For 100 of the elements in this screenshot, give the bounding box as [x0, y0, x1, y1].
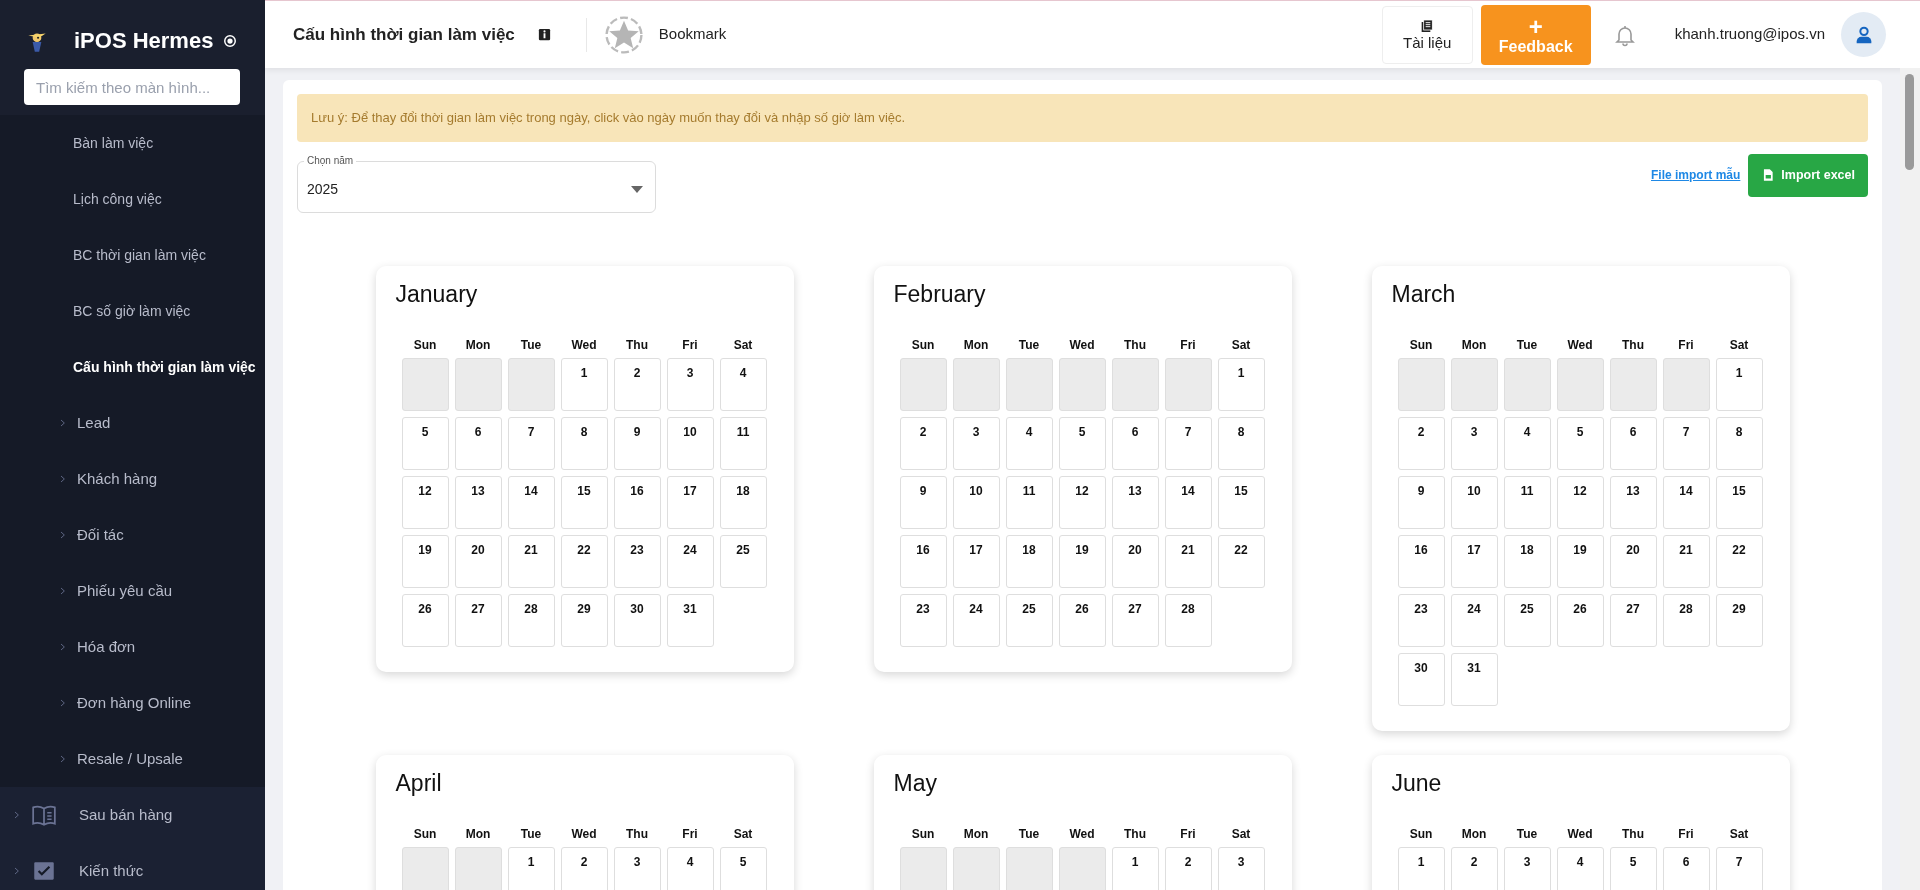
day-cell[interactable]: 3 [1450, 416, 1498, 470]
sidebar-item[interactable]: Lead [0, 395, 265, 451]
day-cell[interactable]: 29 [1715, 593, 1763, 647]
sidebar-item[interactable]: Lịch công việc [0, 171, 265, 227]
day-cell[interactable]: 3 [666, 357, 714, 411]
day-cell[interactable]: 6 [1111, 416, 1159, 470]
day-cell[interactable]: 18 [1503, 534, 1551, 588]
day-cell[interactable]: 20 [454, 534, 502, 588]
day-cell[interactable]: 5 [1058, 416, 1106, 470]
sidebar-item[interactable]: Cấu hình thời gian làm việc [0, 339, 265, 395]
day-cell[interactable]: 3 [1217, 846, 1265, 890]
day-cell[interactable]: 3 [1503, 846, 1551, 890]
day-cell[interactable]: 6 [1662, 846, 1710, 890]
day-cell[interactable]: 9 [1397, 475, 1445, 529]
day-cell[interactable]: 9 [613, 416, 661, 470]
scrollbar[interactable] [1900, 68, 1920, 890]
docs-button[interactable]: Tài liệu [1381, 5, 1473, 64]
day-cell[interactable]: 3 [952, 416, 1000, 470]
day-cell[interactable]: 17 [1450, 534, 1498, 588]
sidebar-item[interactable]: Kiến thức [0, 843, 265, 890]
day-cell[interactable]: 31 [666, 593, 714, 647]
day-cell[interactable]: 24 [952, 593, 1000, 647]
day-cell[interactable]: 13 [1111, 475, 1159, 529]
day-cell[interactable]: 19 [401, 534, 449, 588]
scrollbar-thumb[interactable] [1905, 74, 1914, 170]
sidebar-item[interactable]: Sau bán hàng [0, 787, 265, 843]
day-cell[interactable]: 18 [719, 475, 767, 529]
sidebar-item[interactable]: Đơn hàng Online [0, 675, 265, 731]
day-cell[interactable]: 4 [1005, 416, 1053, 470]
day-cell[interactable]: 17 [666, 475, 714, 529]
day-cell[interactable]: 28 [507, 593, 555, 647]
day-cell[interactable]: 30 [1397, 652, 1445, 706]
day-cell[interactable]: 12 [1556, 475, 1604, 529]
sidebar-item[interactable]: BC thời gian làm việc [0, 227, 265, 283]
day-cell[interactable]: 18 [1005, 534, 1053, 588]
template-link[interactable]: File import mẫu [1651, 166, 1741, 184]
day-cell[interactable]: 13 [1609, 475, 1657, 529]
day-cell[interactable]: 12 [401, 475, 449, 529]
day-cell[interactable]: 21 [1662, 534, 1710, 588]
avatar[interactable] [1841, 12, 1886, 57]
day-cell[interactable]: 14 [1662, 475, 1710, 529]
day-cell[interactable]: 4 [1556, 846, 1604, 890]
day-cell[interactable]: 2 [899, 416, 947, 470]
day-cell[interactable]: 3 [613, 846, 661, 890]
day-cell[interactable]: 25 [1005, 593, 1053, 647]
day-cell[interactable]: 1 [507, 846, 555, 890]
day-cell[interactable]: 15 [560, 475, 608, 529]
sidebar-item[interactable]: Bàn làm việc [0, 115, 265, 171]
day-cell[interactable]: 13 [454, 475, 502, 529]
day-cell[interactable]: 8 [1217, 416, 1265, 470]
day-cell[interactable]: 9 [899, 475, 947, 529]
day-cell[interactable]: 11 [1503, 475, 1551, 529]
day-cell[interactable]: 5 [1609, 846, 1657, 890]
day-cell[interactable]: 26 [401, 593, 449, 647]
sidebar-item[interactable]: BC số giờ làm việc [0, 283, 265, 339]
day-cell[interactable]: 15 [1715, 475, 1763, 529]
sidebar-item[interactable]: Khách hàng [0, 451, 265, 507]
day-cell[interactable]: 2 [613, 357, 661, 411]
day-cell[interactable]: 1 [1217, 357, 1265, 411]
day-cell[interactable]: 4 [666, 846, 714, 890]
day-cell[interactable]: 26 [1058, 593, 1106, 647]
day-cell[interactable]: 5 [719, 846, 767, 890]
day-cell[interactable]: 7 [1164, 416, 1212, 470]
day-cell[interactable]: 25 [719, 534, 767, 588]
day-cell[interactable]: 6 [1609, 416, 1657, 470]
day-cell[interactable]: 4 [719, 357, 767, 411]
day-cell[interactable]: 28 [1164, 593, 1212, 647]
day-cell[interactable]: 11 [719, 416, 767, 470]
day-cell[interactable]: 2 [1397, 416, 1445, 470]
sidebar-item[interactable]: Đối tác [0, 507, 265, 563]
day-cell[interactable]: 23 [613, 534, 661, 588]
day-cell[interactable]: 2 [560, 846, 608, 890]
day-cell[interactable]: 5 [1556, 416, 1604, 470]
day-cell[interactable]: 6 [454, 416, 502, 470]
day-cell[interactable]: 8 [1715, 416, 1763, 470]
day-cell[interactable]: 23 [1397, 593, 1445, 647]
search-field[interactable]: Tìm kiếm theo màn hình... [24, 69, 240, 105]
day-cell[interactable]: 7 [1662, 416, 1710, 470]
day-cell[interactable]: 31 [1450, 652, 1498, 706]
day-cell[interactable]: 19 [1556, 534, 1604, 588]
day-cell[interactable]: 14 [507, 475, 555, 529]
day-cell[interactable]: 15 [1217, 475, 1265, 529]
day-cell[interactable]: 2 [1164, 846, 1212, 890]
day-cell[interactable]: 20 [1111, 534, 1159, 588]
day-cell[interactable]: 4 [1503, 416, 1551, 470]
day-cell[interactable]: 5 [401, 416, 449, 470]
sidebar-item[interactable]: Resale / Upsale [0, 731, 265, 787]
day-cell[interactable]: 22 [560, 534, 608, 588]
day-cell[interactable]: 16 [899, 534, 947, 588]
day-cell[interactable]: 30 [613, 593, 661, 647]
day-cell[interactable]: 24 [666, 534, 714, 588]
day-cell[interactable]: 20 [1609, 534, 1657, 588]
sidebar-item[interactable]: Hóa đơn [0, 619, 265, 675]
day-cell[interactable]: 10 [952, 475, 1000, 529]
day-cell[interactable]: 14 [1164, 475, 1212, 529]
day-cell[interactable]: 26 [1556, 593, 1604, 647]
day-cell[interactable]: 24 [1450, 593, 1498, 647]
sidebar-item[interactable]: Phiếu yêu cầu [0, 563, 265, 619]
day-cell[interactable]: 21 [507, 534, 555, 588]
day-cell[interactable]: 2 [1450, 846, 1498, 890]
